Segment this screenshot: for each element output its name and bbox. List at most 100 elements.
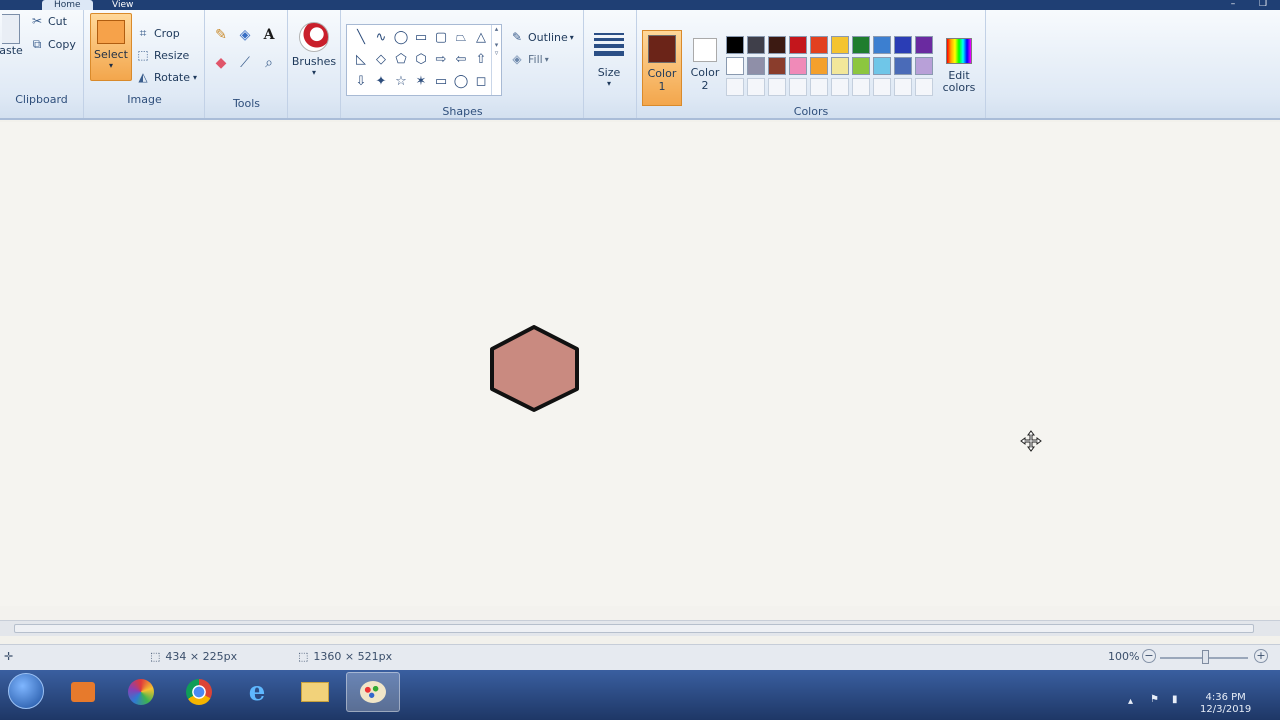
tab-home[interactable]: Home <box>42 0 93 10</box>
shape-option[interactable]: ⇦ <box>451 50 471 69</box>
restore-icon[interactable]: ❐ <box>1256 0 1270 9</box>
cut-button[interactable]: ✂ Cut <box>30 14 67 28</box>
palette-swatch[interactable] <box>747 57 765 75</box>
shape-option[interactable]: ✦ <box>371 72 391 91</box>
minimize-icon[interactable]: – <box>1226 0 1240 9</box>
zoom-out-button[interactable]: − <box>1142 649 1156 663</box>
move-cursor-icon <box>1020 430 1042 452</box>
fill-icon[interactable]: ◈ <box>234 24 256 46</box>
shape-option[interactable]: ◯ <box>391 28 411 47</box>
palette-swatch[interactable] <box>810 57 828 75</box>
outline-button[interactable]: ✎ Outline ▾ <box>510 30 574 44</box>
shape-option[interactable]: ⏢ <box>451 28 471 47</box>
scissors-icon: ✂ <box>31 14 43 28</box>
custom-color-slot[interactable] <box>831 78 849 96</box>
file-explorer-icon[interactable] <box>288 672 342 712</box>
tray-expand-icon[interactable]: ▴ <box>1128 696 1133 707</box>
shape-option[interactable]: ⇩ <box>351 72 371 91</box>
palette-swatch[interactable] <box>747 36 765 54</box>
shape-option[interactable]: ▭ <box>431 72 451 91</box>
zoom-slider-knob[interactable] <box>1202 650 1209 664</box>
shape-option[interactable]: ⬠ <box>391 50 411 69</box>
custom-color-slot[interactable] <box>747 78 765 96</box>
shape-option[interactable]: ◯ <box>451 72 471 91</box>
palette-swatch[interactable] <box>852 57 870 75</box>
crop-button[interactable]: ⌗ Crop <box>136 26 180 40</box>
shape-option[interactable]: ⬡ <box>411 50 431 69</box>
brushes-button[interactable]: Brushes ▾ <box>292 22 336 77</box>
color2-button[interactable]: Color 2 <box>686 30 724 106</box>
palette-swatch[interactable] <box>915 57 933 75</box>
custom-color-slot[interactable] <box>810 78 828 96</box>
pencil-icon[interactable]: ✎ <box>210 24 232 46</box>
edit-colors-button[interactable]: Edit colors <box>940 38 978 94</box>
fill-button[interactable]: ◈ Fill ▾ <box>510 52 548 66</box>
rotate-button[interactable]: ◭ Rotate ▾ <box>136 70 197 84</box>
scrollbar-thumb[interactable] <box>14 624 1254 633</box>
shape-option[interactable]: ⇨ <box>431 50 451 69</box>
shape-option[interactable]: ◇ <box>371 50 391 69</box>
magnifier-icon[interactable]: ⌕ <box>258 52 280 74</box>
media-player-icon[interactable] <box>56 672 110 712</box>
custom-color-slot[interactable] <box>915 78 933 96</box>
palette-swatch[interactable] <box>873 36 891 54</box>
palette-swatch[interactable] <box>831 36 849 54</box>
shape-option[interactable]: △ <box>471 28 491 47</box>
resize-button[interactable]: ⬚ Resize <box>136 48 189 62</box>
shape-option[interactable]: ∿ <box>371 28 391 47</box>
text-icon[interactable]: A <box>258 24 280 46</box>
palette-swatch[interactable] <box>768 57 786 75</box>
palette-swatch[interactable] <box>852 36 870 54</box>
palette-swatch[interactable] <box>768 36 786 54</box>
start-button[interactable] <box>8 673 44 709</box>
color-picker-icon[interactable]: ⟋ <box>234 52 256 74</box>
tab-view[interactable]: View <box>100 0 145 10</box>
drawing-canvas[interactable] <box>0 122 1280 606</box>
selection-icon: ⬚ <box>150 650 161 663</box>
palette-swatch[interactable] <box>873 57 891 75</box>
palette-swatch[interactable] <box>726 57 744 75</box>
palette-swatch[interactable] <box>726 36 744 54</box>
custom-color-slot[interactable] <box>789 78 807 96</box>
clipboard-group-label: Clipboard <box>15 93 68 106</box>
palette-swatch[interactable] <box>915 36 933 54</box>
color1-button[interactable]: Color 1 <box>642 30 682 106</box>
horizontal-scrollbar[interactable] <box>0 620 1280 636</box>
shape-option[interactable]: ◺ <box>351 50 371 69</box>
action-center-icon[interactable]: ⚑ <box>1150 694 1159 705</box>
shape-option[interactable]: ╲ <box>351 28 371 47</box>
palette-swatch[interactable] <box>894 57 912 75</box>
hexagon-shape[interactable] <box>488 325 582 413</box>
palette-swatch[interactable] <box>831 57 849 75</box>
shapes-scrollbar[interactable]: ▴ ▾ ▿ <box>491 25 501 95</box>
palette-swatch[interactable] <box>810 36 828 54</box>
copy-button[interactable]: ⧉ Copy <box>30 37 76 51</box>
paint-taskbar-icon[interactable] <box>346 672 400 712</box>
select-button[interactable]: Select ▾ <box>90 13 132 81</box>
ribbon-tab-strip: Home View – ❐ <box>0 0 1280 10</box>
chevron-down-icon: ▾ <box>193 72 198 82</box>
custom-color-slot[interactable] <box>768 78 786 96</box>
size-button[interactable]: Size ▾ <box>594 30 624 88</box>
zoom-in-button[interactable]: + <box>1254 649 1268 663</box>
palette-swatch[interactable] <box>789 36 807 54</box>
paste-button[interactable]: aste <box>0 14 23 57</box>
network-icon[interactable]: ▮ <box>1172 694 1178 705</box>
custom-color-slot[interactable] <box>726 78 744 96</box>
internet-explorer-icon[interactable]: e <box>230 672 284 712</box>
custom-color-slot[interactable] <box>852 78 870 96</box>
shape-option[interactable]: ☆ <box>391 72 411 91</box>
picasa-icon[interactable] <box>114 672 168 712</box>
shape-option[interactable]: ⇧ <box>471 50 491 69</box>
shape-option[interactable]: ▭ <box>411 28 431 47</box>
custom-color-slot[interactable] <box>873 78 891 96</box>
palette-swatch[interactable] <box>789 57 807 75</box>
shape-option[interactable]: ▢ <box>431 28 451 47</box>
palette-swatch[interactable] <box>894 36 912 54</box>
clock[interactable]: 4:36 PM 12/3/2019 <box>1200 692 1251 716</box>
custom-color-slot[interactable] <box>894 78 912 96</box>
shape-option[interactable]: ✶ <box>411 72 431 91</box>
chrome-icon[interactable] <box>172 672 226 712</box>
eraser-icon[interactable]: ◆ <box>210 52 232 74</box>
shape-option[interactable]: ◻ <box>471 72 491 91</box>
